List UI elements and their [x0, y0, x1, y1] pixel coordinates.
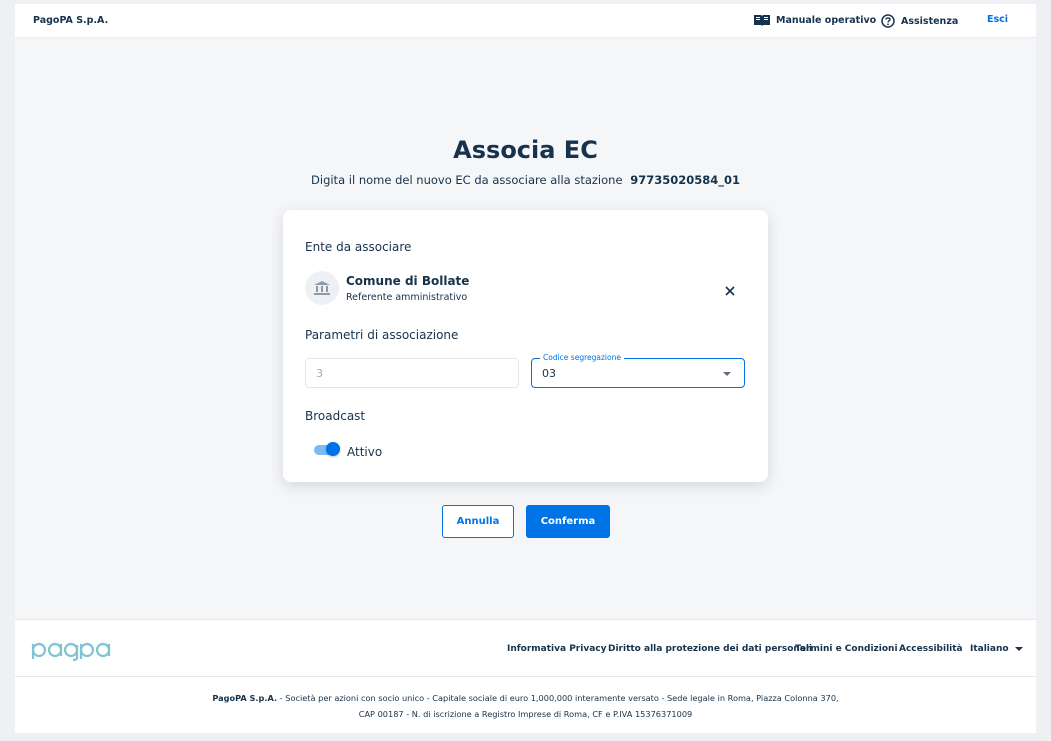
conferma-button[interactable]: Conferma — [526, 505, 610, 538]
close-icon — [725, 286, 735, 296]
page-subtitle: Digita il nome del nuovo EC da associare… — [15, 173, 1036, 187]
entity-role: Referente amministrativo — [346, 292, 468, 303]
broadcast-toggle[interactable] — [314, 442, 340, 458]
manuale-operativo-label: Manuale operativo — [776, 14, 877, 26]
codice-segregazione-select[interactable]: Codice segregazione 03 — [531, 352, 745, 388]
pagopa-logo-icon[interactable] — [31, 639, 113, 661]
legal-line-1-text: - Società per azioni con socio unico - C… — [277, 693, 839, 703]
assistenza-link[interactable]: Assistenza — [881, 14, 958, 28]
toggle-thumb — [326, 442, 340, 456]
help-icon — [881, 14, 895, 28]
app-frame: PagoPA S.p.A. Manuale operativo Assisten… — [15, 4, 1036, 733]
footer-link-privacy[interactable]: Informativa Privacy — [507, 644, 606, 654]
manuale-operativo-link[interactable]: Manuale operativo — [754, 14, 876, 26]
legal-company: PagoPA S.p.A. — [212, 693, 278, 703]
book-icon — [754, 15, 770, 26]
legal-line-2: CAP 00187 - N. di iscrizione a Registro … — [358, 709, 693, 719]
footer-link-terms[interactable]: Termini e Condizioni — [795, 644, 898, 654]
page-title: Associa EC — [453, 136, 598, 164]
brand-name: PagoPA S.p.A. — [33, 15, 109, 26]
entity-name: Comune di Bollate — [346, 274, 470, 288]
annulla-button[interactable]: Annulla — [442, 505, 514, 538]
params-section-title: Parametri di associazione — [305, 328, 459, 342]
footer-link-data-protection[interactable]: Diritto alla protezione dei dati persona… — [608, 644, 812, 654]
legal-notice: PagoPA S.p.A. - Società per azioni con s… — [15, 690, 1036, 722]
codice-segregazione-label: Codice segregazione — [540, 352, 624, 363]
assistenza-label: Assistenza — [901, 15, 959, 27]
broadcast-section-title: Broadcast — [305, 409, 366, 423]
chevron-down-icon — [1014, 647, 1023, 651]
esci-link[interactable]: Esci — [987, 14, 1008, 25]
aux-digit-field: 3 — [305, 358, 519, 388]
footer-top: Informativa Privacy Diritto alla protezi… — [15, 620, 1036, 677]
codice-segregazione-value: 03 — [542, 367, 556, 380]
legal-line-1: PagoPA S.p.A. - Società per azioni con s… — [15, 690, 1036, 706]
language-selector[interactable]: Italiano — [970, 644, 1023, 654]
institution-icon — [314, 281, 330, 295]
association-card: Ente da associare Comune di Bollate Refe… — [283, 210, 768, 482]
subtitle-text: Digita il nome del nuovo EC da associare… — [311, 173, 623, 187]
station-code: 97735020584_01 — [630, 173, 740, 187]
language-label: Italiano — [970, 644, 1009, 654]
ente-section-title: Ente da associare — [305, 240, 412, 254]
footer: Informativa Privacy Diritto alla protezi… — [15, 619, 1036, 733]
entity-avatar — [305, 271, 339, 305]
remove-entity-button[interactable] — [721, 282, 739, 300]
chevron-down-icon — [723, 372, 731, 376]
top-header: PagoPA S.p.A. Manuale operativo Assisten… — [15, 4, 1036, 38]
footer-link-accessibility[interactable]: Accessibilità — [899, 644, 963, 654]
broadcast-toggle-label: Attivo — [347, 445, 383, 459]
